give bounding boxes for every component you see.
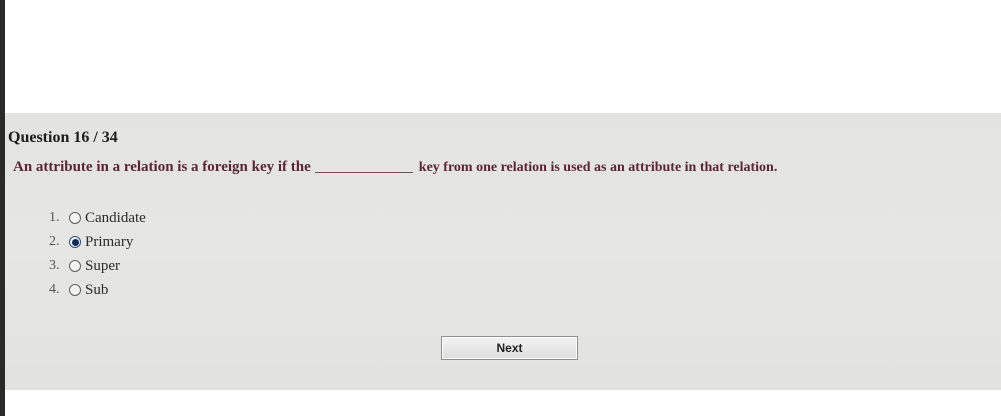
answer-options: 1. Candidate 2. Primary 3. Super 4. Sub <box>49 206 146 302</box>
answer-option-candidate[interactable]: 1. Candidate <box>49 206 146 230</box>
option-label: Super <box>85 257 120 274</box>
option-number: 1. <box>49 210 60 225</box>
quiz-panel: Question 16 / 34 An attribute in a relat… <box>5 113 1001 390</box>
question-text: An attribute in a relation is a foreign … <box>13 159 993 176</box>
question-text-before: An attribute in a relation is a foreign … <box>13 159 311 175</box>
next-button[interactable]: Next <box>441 336 578 360</box>
radio-button[interactable] <box>69 284 81 296</box>
answer-option-sub[interactable]: 4. Sub <box>49 278 146 302</box>
option-number: 2. <box>49 234 60 249</box>
answer-option-primary[interactable]: 2. Primary <box>49 230 146 254</box>
option-label: Primary <box>85 233 134 250</box>
radio-button[interactable] <box>69 260 81 272</box>
question-text-after: key from one relation is used as an attr… <box>418 160 778 175</box>
option-number: 3. <box>49 258 60 273</box>
question-header: Question 16 / 34 <box>8 129 118 146</box>
option-label: Candidate <box>85 209 146 226</box>
option-number: 4. <box>49 282 60 297</box>
option-label: Sub <box>85 281 109 298</box>
radio-button[interactable] <box>69 212 81 224</box>
answer-blank <box>314 172 413 173</box>
radio-button-selected[interactable] <box>69 236 81 248</box>
answer-option-super[interactable]: 3. Super <box>49 254 146 278</box>
